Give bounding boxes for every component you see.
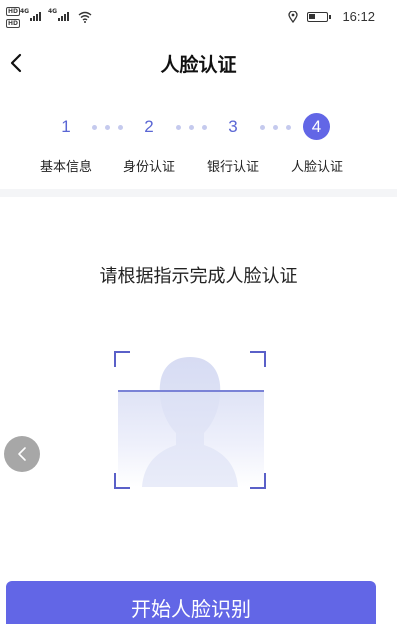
status-bar: HD HD 4G 4G 16:12	[0, 0, 397, 36]
step-connector	[92, 125, 126, 131]
section-divider	[0, 189, 397, 197]
step-number-1: 1	[61, 117, 71, 136]
step-label-basic-info: 基本信息	[39, 160, 92, 175]
floating-back-button[interactable]	[4, 436, 40, 472]
face-outline-icon	[142, 357, 238, 487]
frame-corner	[250, 351, 266, 367]
page-title: 人脸认证	[160, 54, 237, 76]
instruction-text: 请根据指示完成人脸认证	[99, 266, 298, 287]
battery-icon	[307, 12, 331, 22]
signal-icon: 4G	[48, 8, 74, 21]
wifi-icon	[78, 11, 92, 23]
hd-badge: HD	[6, 7, 21, 16]
signal-icon: 4G	[20, 8, 46, 21]
frame-corner	[114, 473, 130, 489]
step-label-bank: 银行认证	[206, 160, 259, 175]
scan-line	[118, 390, 264, 392]
frame-corner	[114, 351, 130, 367]
start-face-recognition-button[interactable]: 开始人脸识别	[6, 581, 376, 624]
hd-badge: HD	[6, 19, 21, 28]
network-type: 4G	[20, 8, 30, 15]
status-right: 16:12	[265, 9, 375, 25]
network-type: 4G	[48, 8, 58, 15]
chevron-left-icon	[18, 447, 26, 461]
screen: HD HD 4G 4G 16:12 人脸认证 1 2 3 4 基本信息 身份认证…	[0, 0, 397, 624]
location-icon	[288, 11, 298, 23]
frame-corner	[250, 473, 266, 489]
step-label-face: 人脸认证	[290, 160, 343, 175]
step-connector	[176, 125, 210, 131]
status-time: 16:12	[342, 9, 375, 24]
step-number-2: 2	[144, 117, 154, 136]
face-scan-frame	[114, 351, 266, 489]
step-number-3: 3	[228, 117, 238, 136]
step-label-identity: 身份认证	[122, 160, 175, 175]
step-number-4: 4	[303, 113, 330, 140]
step-connector	[260, 125, 294, 131]
progress-steps: 1 2 3 4 基本信息 身份认证 银行认证 人脸认证	[0, 96, 397, 189]
nav-bar: 人脸认证	[0, 36, 397, 92]
